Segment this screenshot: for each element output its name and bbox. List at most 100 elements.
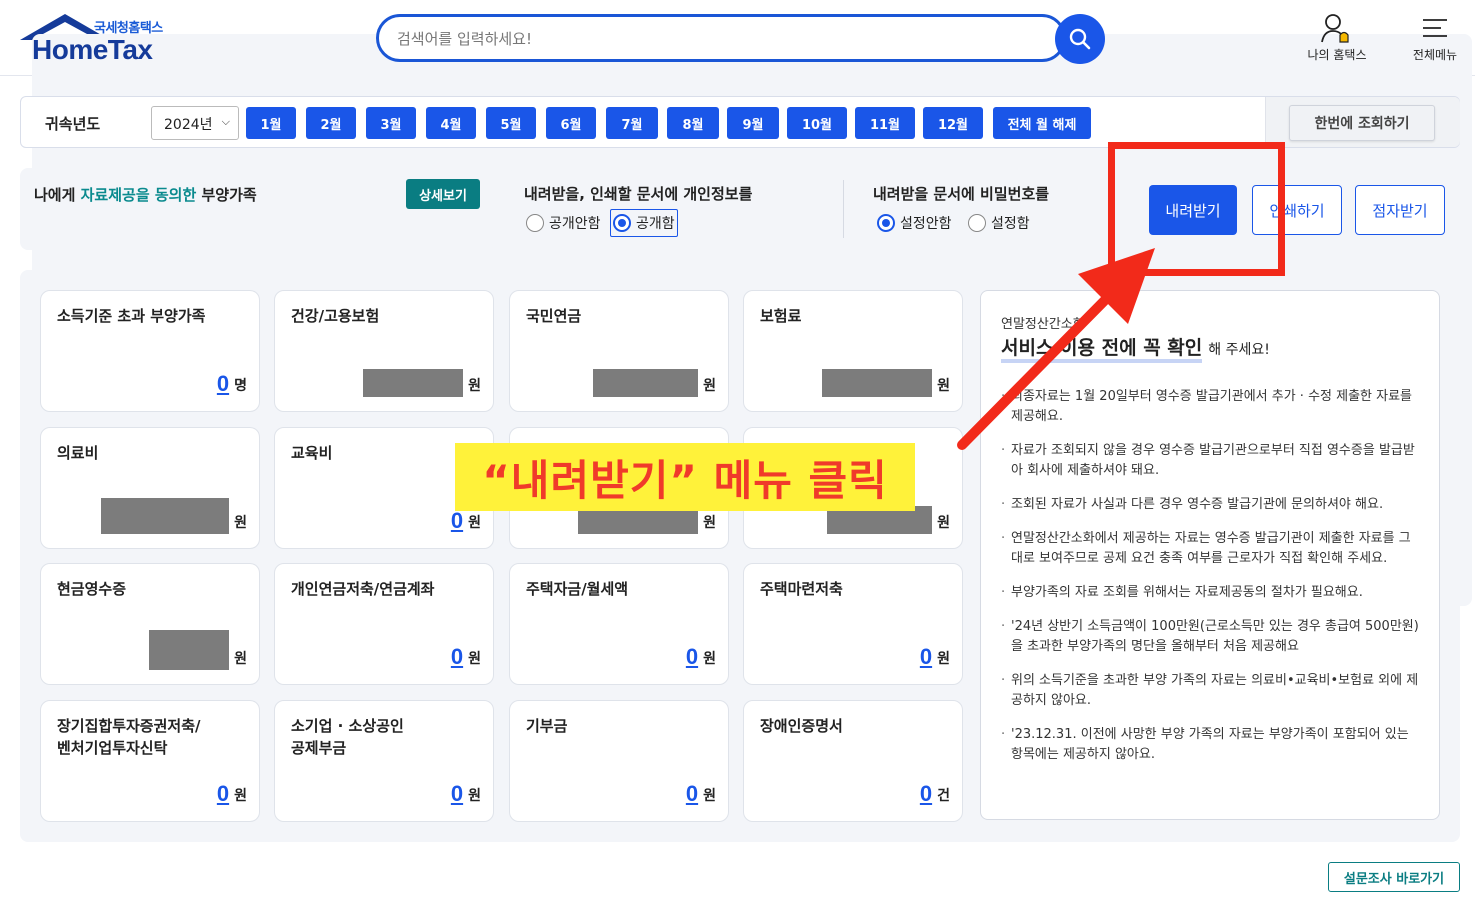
card-unit: 원	[234, 651, 247, 667]
radio-circle	[968, 214, 986, 232]
month-button-3[interactable]: 3월	[366, 107, 416, 139]
card-value[interactable]: 0	[920, 644, 932, 670]
notice-item: 위의 소득기준을 초과한 부양 가족의 자료는 의료비•교육비•보험료 외에 제…	[1001, 671, 1421, 711]
dependents-title-suffix: 부양가족	[196, 186, 257, 204]
dependents-title-highlight: 자료제공을 동의한	[80, 186, 197, 204]
deduction-card[interactable]: 주택마련저축 0원	[743, 563, 963, 685]
search-button[interactable]	[1055, 14, 1105, 64]
user-bell-icon	[1321, 14, 1349, 43]
instruction-callout: “내려받기” 메뉴 클릭	[455, 443, 915, 511]
deduction-card[interactable]: 의료비 원	[40, 427, 260, 549]
deduction-card[interactable]: 소기업 · 소상공인 공제부금 0원	[274, 700, 494, 822]
year-month-filter: 귀속년도 2024년 ⌵ 1월 2월 3월 4월 5월 6월 7월 8월 9월 …	[20, 96, 1460, 148]
card-value[interactable]: 0	[217, 371, 229, 397]
survey-link-button[interactable]: 설문조사 바로가기	[1328, 862, 1460, 892]
password-set-radio[interactable]: 설정함	[968, 213, 1030, 233]
card-unit: 원	[234, 788, 247, 804]
deduction-card[interactable]: 기부금 0원	[509, 700, 729, 822]
my-hometax-label: 나의 홈택스	[1307, 48, 1367, 62]
password-option-title: 내려받을 문서에 비밀번호를	[873, 185, 1050, 203]
month-button-5[interactable]: 5월	[486, 107, 536, 139]
header: 국세청홈택스 HomeTax 나의 홈택스 전체메뉴	[0, 0, 1475, 606]
card-title: 국민연금	[526, 307, 582, 325]
card-value[interactable]: 0	[920, 781, 932, 807]
my-hometax-button[interactable]: 나의 홈택스	[1300, 10, 1374, 63]
card-title: 기부금	[526, 717, 568, 735]
braille-button[interactable]: 점자받기	[1355, 185, 1445, 235]
card-value[interactable]: 0	[686, 781, 698, 807]
month-button-10[interactable]: 10월	[787, 107, 847, 139]
month-button-11[interactable]: 11월	[855, 107, 915, 139]
card-unit: 원	[937, 651, 950, 667]
deduction-card[interactable]: 장애인증명서 0건	[743, 700, 963, 822]
deduction-card[interactable]: 보험료 원	[743, 290, 963, 412]
query-all-button[interactable]: 한번에 조회하기	[1289, 105, 1435, 141]
month-button-12[interactable]: 12월	[923, 107, 983, 139]
deduction-card[interactable]: 주택자금/월세액 0원	[509, 563, 729, 685]
deduction-card[interactable]: 소득기준 초과 부양가족 0명	[40, 290, 260, 412]
search-box	[376, 14, 1066, 62]
card-value[interactable]: 0	[451, 644, 463, 670]
radio-circle	[526, 214, 544, 232]
privacy-option-title: 내려받을, 인쇄할 문서에 개인정보를	[524, 185, 753, 203]
card-unit: 명	[234, 378, 247, 394]
month-button-4[interactable]: 4월	[426, 107, 476, 139]
card-value[interactable]: 0	[451, 781, 463, 807]
card-unit: 원	[703, 378, 716, 394]
card-unit: 원	[234, 515, 247, 531]
dependents-panel: 나에게 자료제공을 동의한 부양가족 상세보기	[20, 168, 495, 250]
card-value[interactable]: 0	[686, 644, 698, 670]
deduction-card[interactable]: 개인연금저축/연금계좌 0원	[274, 563, 494, 685]
card-value[interactable]: 0	[217, 781, 229, 807]
search-icon	[1069, 28, 1091, 50]
card-unit: 건	[937, 788, 950, 804]
redacted-value	[363, 369, 464, 397]
month-button-9[interactable]: 9월	[727, 107, 779, 139]
month-button-6[interactable]: 6월	[546, 107, 596, 139]
divider	[843, 180, 844, 238]
all-menu-button[interactable]: 전체메뉴	[1404, 10, 1466, 63]
chevron-down-icon: ⌵	[221, 115, 230, 128]
card-title: 소득기준 초과 부양가족	[57, 307, 206, 325]
notice-item: '23.12.31. 이전에 사망한 부양 가족의 자료는 부양가족이 포함되어…	[1001, 725, 1421, 765]
clear-all-months-button[interactable]: 전체 월 해제	[993, 107, 1091, 139]
card-unit: 원	[937, 515, 950, 531]
card-unit: 원	[468, 788, 481, 804]
password-set-label: 설정함	[991, 216, 1030, 232]
notice-item: 연말정산간소화에서 제공하는 자료는 영수증 발급기관이 제출한 자료를 그대로…	[1001, 529, 1421, 569]
password-none-radio[interactable]: 설정안함	[877, 213, 952, 233]
card-value[interactable]: 0	[451, 508, 463, 534]
radio-circle-selected	[613, 214, 631, 232]
deduction-card[interactable]: 장기집합투자증권저축/ 벤처기업투자신탁 0원	[40, 700, 260, 822]
card-unit: 원	[937, 378, 950, 394]
notice-item: '24년 상반기 소득금액이 100만원(근로소득만 있는 경우 총급여 500…	[1001, 617, 1421, 657]
detail-view-button[interactable]: 상세보기	[406, 179, 480, 209]
privacy-hide-radio[interactable]: 공개안함	[526, 213, 601, 233]
month-button-7[interactable]: 7월	[606, 107, 658, 139]
dependents-title: 나에게 자료제공을 동의한 부양가족	[34, 184, 257, 205]
deduction-card[interactable]: 현금영수증 원	[40, 563, 260, 685]
card-unit: 원	[468, 378, 481, 394]
privacy-show-label: 공개함	[636, 216, 675, 232]
search-input[interactable]	[397, 27, 997, 51]
card-title: 현금영수증	[57, 580, 127, 598]
card-title: 의료비	[57, 444, 99, 462]
year-label: 귀속년도	[45, 115, 101, 133]
card-title: 건강/고용보험	[291, 307, 380, 325]
redacted-value	[149, 630, 230, 670]
card-unit: 원	[703, 515, 716, 531]
year-select[interactable]: 2024년 ⌵	[151, 106, 239, 140]
month-button-1[interactable]: 1월	[246, 107, 296, 139]
password-none-label: 설정안함	[900, 216, 952, 232]
card-unit: 원	[468, 651, 481, 667]
deduction-card[interactable]: 국민연금 원	[509, 290, 729, 412]
privacy-hide-label: 공개안함	[549, 216, 601, 232]
privacy-show-radio[interactable]: 공개함	[610, 209, 678, 237]
notice-heading-suffix: 해 주세요!	[1208, 342, 1270, 358]
redacted-value	[822, 369, 933, 397]
month-button-2[interactable]: 2월	[306, 107, 356, 139]
month-button-8[interactable]: 8월	[667, 107, 719, 139]
hometax-logo[interactable]: 국세청홈택스 HomeTax	[20, 12, 1472, 606]
deduction-card[interactable]: 건강/고용보험 원	[274, 290, 494, 412]
card-title: 장기집합투자증권저축/ 벤처기업투자신탁	[57, 717, 201, 757]
